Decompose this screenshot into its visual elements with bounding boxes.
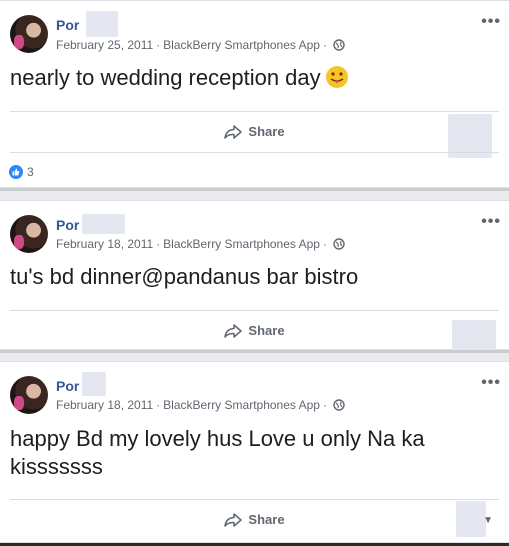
post-meta: February 25, 2011 · BlackBerry Smartphones… bbox=[56, 38, 345, 52]
divider bbox=[10, 152, 499, 153]
share-icon bbox=[224, 125, 243, 139]
redacted-block bbox=[452, 320, 496, 351]
post-date[interactable]: February 18, 2011 bbox=[56, 237, 153, 251]
post-meta: February 18, 2011 · BlackBerry Smartphones… bbox=[56, 237, 345, 251]
post-text: happy Bd my lovely hus Love u only Na ka… bbox=[10, 426, 425, 479]
feed-separator bbox=[0, 188, 509, 191]
globe-icon[interactable] bbox=[333, 238, 345, 250]
post-meta: February 18, 2011 · BlackBerry Smartphones… bbox=[56, 398, 345, 412]
post-app[interactable]: BlackBerry Smartphones App bbox=[163, 237, 320, 251]
author-name[interactable]: Por bbox=[56, 217, 79, 233]
post-card: Por February 25, 2011 · BlackBerry Smartph… bbox=[0, 0, 509, 188]
globe-icon[interactable] bbox=[333, 39, 345, 51]
redacted-name-block bbox=[82, 214, 125, 234]
feed-separator bbox=[0, 350, 509, 353]
author-name[interactable]: Por bbox=[56, 378, 79, 394]
share-icon bbox=[224, 324, 243, 338]
more-options-icon[interactable]: ••• bbox=[481, 374, 501, 392]
author-name[interactable]: Por bbox=[56, 17, 79, 33]
avatar[interactable] bbox=[10, 15, 48, 53]
share-button[interactable]: Share bbox=[0, 124, 509, 140]
post-text: nearly to wedding reception day bbox=[10, 64, 489, 92]
post-app[interactable]: BlackBerry Smartphones App bbox=[163, 38, 320, 52]
more-options-icon[interactable]: ••• bbox=[481, 13, 501, 31]
redacted-name-block bbox=[86, 11, 118, 37]
more-options-icon[interactable]: ••• bbox=[481, 213, 501, 231]
share-button[interactable]: Share bbox=[0, 323, 509, 339]
divider bbox=[10, 499, 499, 500]
post-app[interactable]: BlackBerry Smartphones App bbox=[163, 398, 320, 412]
divider bbox=[10, 310, 499, 311]
reaction-count: 3 bbox=[27, 165, 34, 179]
post-card: Por February 18, 2011 · BlackBerry Smartph… bbox=[0, 361, 509, 543]
reaction-summary[interactable]: 3 bbox=[9, 165, 34, 179]
redacted-name-block bbox=[82, 372, 106, 396]
globe-icon[interactable] bbox=[333, 399, 345, 411]
like-icon bbox=[9, 165, 23, 179]
share-icon bbox=[224, 513, 243, 527]
post-date[interactable]: February 25, 2011 bbox=[56, 38, 153, 52]
avatar[interactable] bbox=[10, 215, 48, 253]
post-text: tu's bd dinner@pandanus bar bistro bbox=[10, 264, 359, 289]
post-card: Por February 18, 2011 · BlackBerry Smartph… bbox=[0, 200, 509, 351]
post-date[interactable]: February 18, 2011 bbox=[56, 398, 153, 412]
redacted-block bbox=[456, 501, 486, 537]
divider bbox=[10, 111, 499, 112]
tongue-out-emoji bbox=[325, 66, 348, 88]
chevron-down-icon[interactable]: ▼ bbox=[483, 515, 493, 526]
share-button[interactable]: Share bbox=[0, 512, 509, 528]
avatar[interactable] bbox=[10, 376, 48, 414]
